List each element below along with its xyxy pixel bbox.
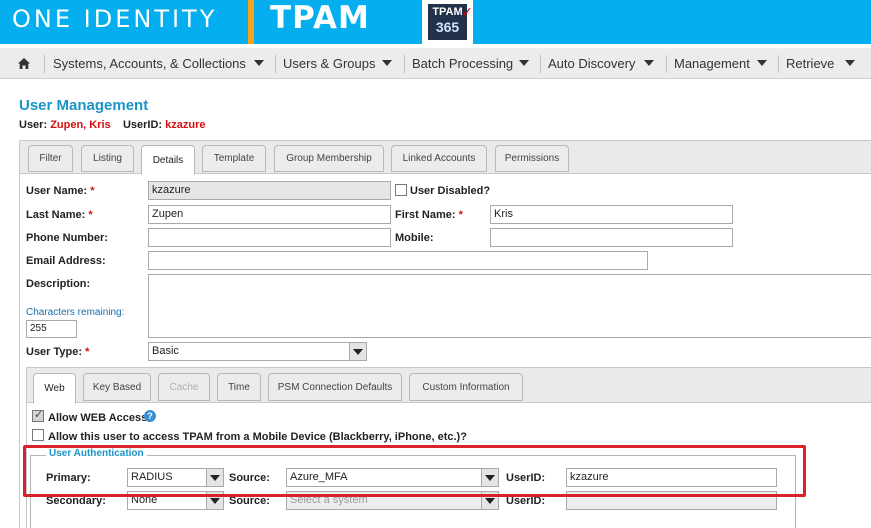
nav-divider [778,55,779,73]
user-key: User: [19,119,48,131]
chevron-down-icon[interactable] [349,343,366,360]
nav-divider [540,55,541,73]
tab-custom-information[interactable]: Custom Information [409,373,523,401]
highlight-box [23,445,806,497]
user-disabled-checkbox[interactable] [395,184,407,196]
nav-users-groups[interactable]: Users & Groups [283,48,375,79]
nav-systems-accounts[interactable]: Systems, Accounts, & Collections [53,48,246,79]
tab-listing[interactable]: Listing [81,145,134,172]
user-disabled-label: User Disabled? [410,185,491,197]
product-name: TPAM [270,0,370,36]
email-label: Email Address: [26,255,106,267]
allow-mobile-access-label: Allow this user to access TPAM from a Mo… [48,431,467,443]
tab-filter[interactable]: Filter [28,145,73,172]
nav-retrieve[interactable]: Retrieve [786,48,834,79]
user-value: Zupen, Kris [50,119,111,131]
brand-separator [248,0,254,44]
tab-linked-accounts[interactable]: Linked Accounts [391,145,487,172]
user-type-select[interactable]: Basic [148,342,367,361]
nav-divider [404,55,405,73]
tab-key-based[interactable]: Key Based [83,373,151,401]
phone-field[interactable] [148,228,391,247]
last-name-field[interactable]: Zupen [148,205,391,224]
nav-batch-processing[interactable]: Batch Processing [412,48,513,79]
badge-number: 365 [435,19,460,35]
allow-web-access-checkbox [32,408,44,422]
userid-key: UserID: [122,119,163,131]
nav-auto-discovery[interactable]: Auto Discovery [548,48,635,79]
home-icon[interactable] [10,53,38,73]
allow-web-access-label: Allow WEB Access [48,412,148,424]
mobile-label: Mobile: [395,232,434,244]
allow-mobile-access-checkbox[interactable] [32,429,44,441]
brand-logo: ONE IDENTITY [12,5,218,33]
email-field[interactable] [148,251,648,270]
user-name-label: User Name: * [26,185,95,197]
characters-remaining-counter: 255 [26,320,77,338]
tab-template[interactable]: Template [202,145,266,172]
chevron-down-icon[interactable] [254,60,264,66]
last-name-label: Last Name: * [26,209,93,221]
tab-details[interactable]: Details [141,145,195,175]
chevron-down-icon[interactable] [845,60,855,66]
tab-time[interactable]: Time [217,373,261,401]
user-type-value: Basic [152,345,179,357]
main-nav: Systems, Accounts, & Collections Users &… [0,48,871,79]
characters-remaining-label: Characters remaining: [26,307,125,318]
chevron-down-icon[interactable] [382,60,392,66]
nav-divider [44,55,45,73]
checkmark-icon: ✓ [461,4,473,20]
top-banner: ONE IDENTITY TPAM TPAM 365 ✓ [0,0,871,44]
nav-divider [275,55,276,73]
userid-value: kzazure [165,119,206,131]
description-field[interactable] [148,274,871,338]
description-label: Description: [26,278,91,290]
first-name-field[interactable]: Kris [490,205,733,224]
phone-label: Phone Number: [26,232,108,244]
tab-permissions[interactable]: Permissions [495,145,569,172]
tab-web[interactable]: Web [33,373,76,404]
tpam365-logo: TPAM 365 ✓ [428,4,473,40]
tab-psm-connection-defaults[interactable]: PSM Connection Defaults [268,373,402,401]
first-name-label: First Name: * [395,209,463,221]
nav-divider [666,55,667,73]
tpam365-badge: TPAM 365 ✓ [422,0,473,44]
tab-group-membership[interactable]: Group Membership [274,145,384,172]
badge-top-text: TPAM [432,6,463,18]
chevron-down-icon[interactable] [757,60,767,66]
current-user-summary: User: Zupen, Kris UserID: kzazure [19,119,205,131]
user-type-label: User Type: * [26,346,90,358]
page-title: User Management [19,97,149,114]
chevron-down-icon[interactable] [519,60,529,66]
tab-cache: Cache [158,373,210,401]
nav-management[interactable]: Management [674,48,750,79]
mobile-field[interactable] [490,228,733,247]
chevron-down-icon[interactable] [644,60,654,66]
help-icon[interactable]: ? [144,410,156,422]
user-name-field[interactable]: kzazure [148,181,391,200]
